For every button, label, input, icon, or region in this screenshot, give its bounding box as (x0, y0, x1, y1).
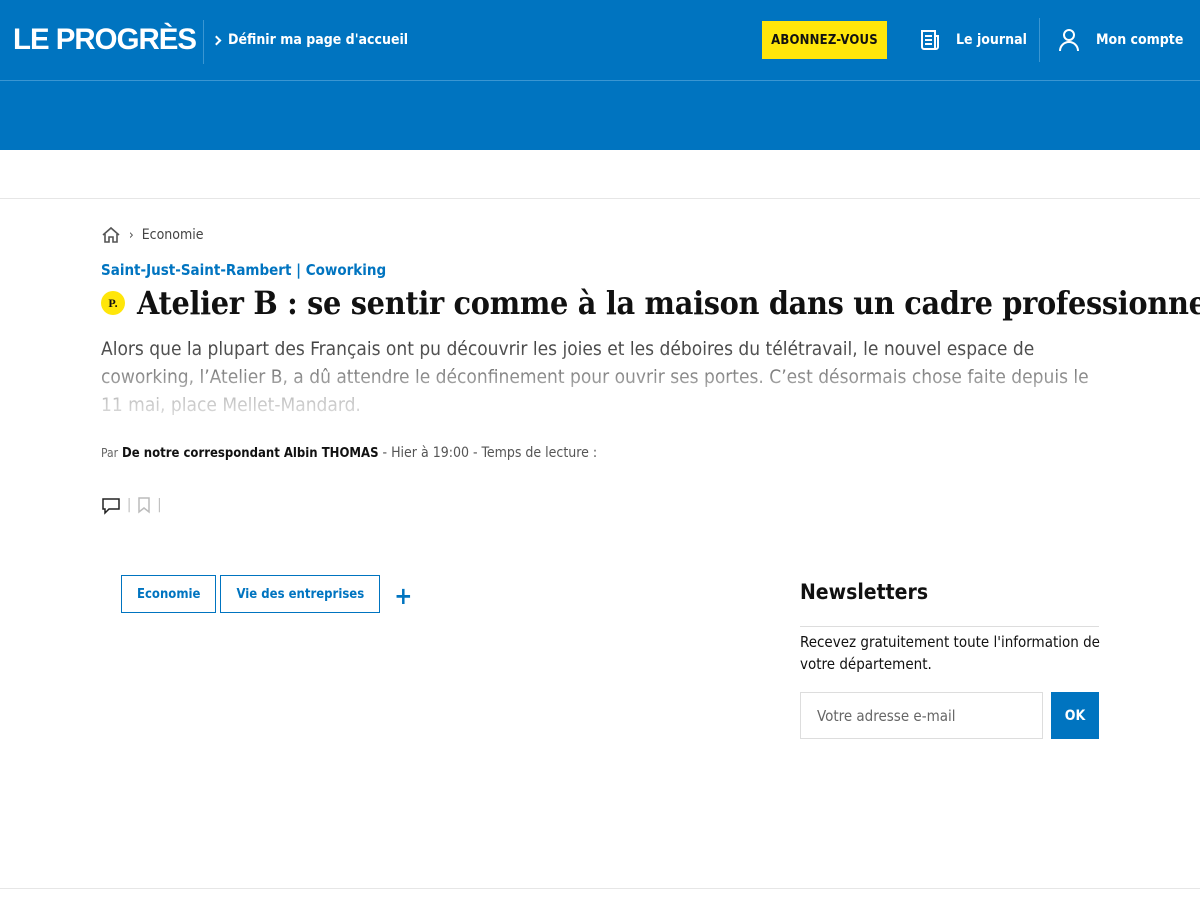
user-icon (1059, 29, 1079, 52)
home-icon[interactable] (101, 226, 121, 244)
newsletter-email-input[interactable] (800, 692, 1043, 739)
breadcrumb: › Economie (101, 226, 203, 244)
header-divider (1039, 18, 1040, 62)
newspaper-icon (921, 30, 939, 50)
action-separator: | (157, 497, 162, 513)
account-link[interactable]: Mon compte (1058, 28, 1183, 52)
site-header: LE PROGRÈS Définir ma page d'accueil ABO… (0, 0, 1200, 150)
article-byline: Par De notre correspondant Albin THOMAS … (101, 445, 597, 461)
newsletter-description: Recevez gratuitement toute l'information… (800, 633, 1100, 673)
article-tags: Economie Vie des entreprises + (121, 575, 412, 613)
breadcrumb-separator: › (129, 227, 134, 243)
article-title-row: P. Atelier B : se sentir comme à la mais… (101, 284, 1200, 322)
premium-badge: P. (101, 291, 125, 315)
article-actions: | | (101, 495, 162, 515)
byline-prefix: Par (101, 446, 119, 460)
header-divider (203, 20, 204, 64)
journal-link[interactable]: Le journal (918, 28, 1027, 52)
byline-meta: - Hier à 19:00 - Temps de lecture : (382, 445, 598, 461)
byline-author: De notre correspondant Albin THOMAS (122, 446, 379, 461)
newsletter-submit-button[interactable]: OK (1051, 692, 1099, 739)
tag-vie-des-entreprises[interactable]: Vie des entreprises (220, 575, 381, 613)
divider (0, 888, 1200, 889)
tag-economie[interactable]: Economie (121, 575, 217, 613)
set-homepage-link[interactable]: Définir ma page d'accueil (211, 32, 409, 48)
divider (0, 198, 1200, 199)
journal-label: Le journal (956, 32, 1027, 48)
account-label: Mon compte (1096, 32, 1184, 48)
article-kicker[interactable]: Saint-Just-Saint-Rambert | Coworking (101, 261, 386, 279)
set-homepage-label: Définir ma page d'accueil (228, 32, 409, 48)
article-title: Atelier B : se sentir comme à la maison … (137, 284, 1200, 322)
comment-icon[interactable] (101, 495, 121, 515)
breadcrumb-section[interactable]: Economie (142, 227, 204, 243)
chevron-right-icon (211, 35, 222, 45)
divider (800, 626, 1099, 627)
newsletter-title: Newsletters (800, 580, 929, 604)
action-separator: | (127, 497, 132, 513)
header-divider (0, 80, 1200, 81)
article-chapo: Alors que la plupart des Français ont pu… (101, 338, 1089, 416)
site-logo[interactable]: LE PROGRÈS (13, 24, 197, 56)
subscribe-button[interactable]: ABONNEZ-VOUS (762, 21, 887, 59)
bookmark-icon[interactable] (137, 496, 151, 514)
more-tags-button[interactable]: + (394, 584, 412, 608)
